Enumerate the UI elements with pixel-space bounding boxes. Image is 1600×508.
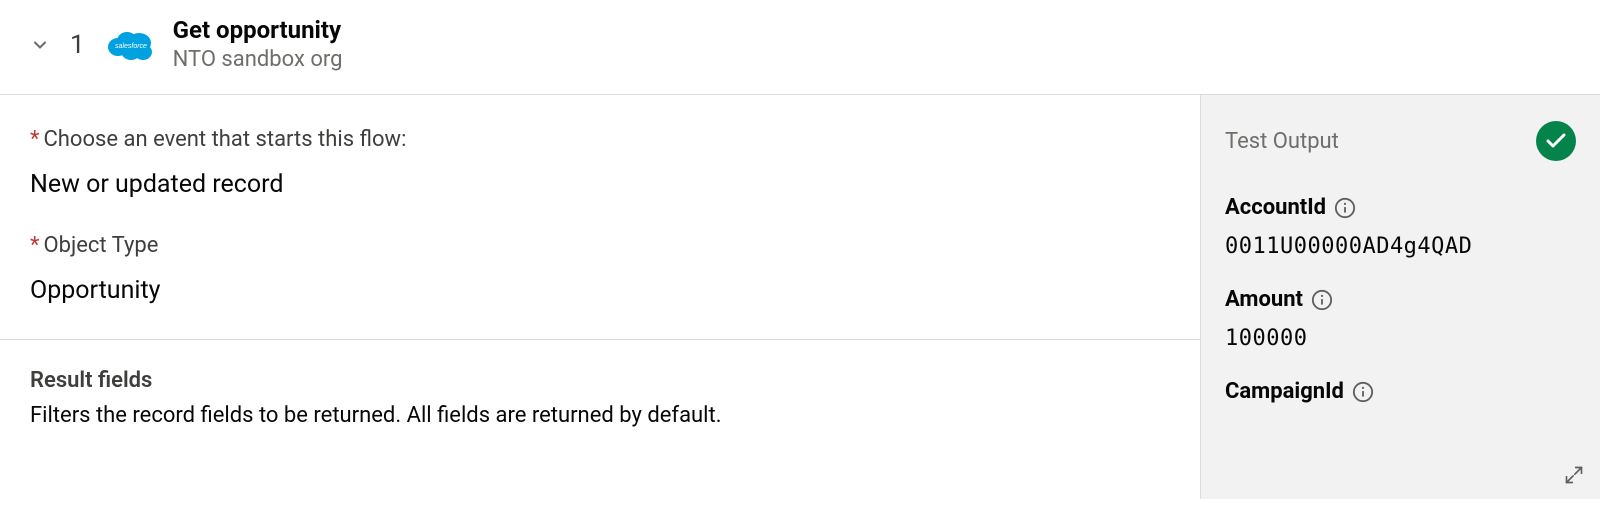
output-field: AccountId 0011U00000AD4g4QAD <box>1225 195 1576 259</box>
info-icon[interactable] <box>1311 289 1333 311</box>
step-subtitle: NTO sandbox org <box>173 45 343 75</box>
divider <box>0 339 1200 340</box>
info-icon[interactable] <box>1352 381 1374 403</box>
step-header: 1 salesforce Get opportunity NTO sandbox… <box>0 0 1600 94</box>
test-output-header: Test Output <box>1225 121 1576 161</box>
event-label: *Choose an event that starts this flow: <box>30 127 1170 152</box>
output-field-value: 100000 <box>1225 326 1576 351</box>
svg-text:salesforce: salesforce <box>115 43 147 50</box>
event-label-text: Choose an event that starts this flow: <box>43 127 406 152</box>
object-type-label: *Object Type <box>30 233 1170 258</box>
form-column: *Choose an event that starts this flow: … <box>0 95 1200 499</box>
event-value[interactable]: New or updated record <box>30 170 1170 199</box>
output-field: CampaignId <box>1225 379 1576 404</box>
output-field: Amount 100000 <box>1225 287 1576 351</box>
step-title: Get opportunity <box>173 16 343 45</box>
result-fields-title: Result fields <box>30 368 1170 393</box>
output-field-value: 0011U00000AD4g4QAD <box>1225 234 1576 259</box>
expand-icon[interactable] <box>1562 463 1586 487</box>
output-field-name: Amount <box>1225 287 1303 312</box>
output-field-name: CampaignId <box>1225 379 1344 404</box>
salesforce-icon: salesforce <box>105 27 157 63</box>
required-indicator: * <box>30 233 39 258</box>
output-field-name: AccountId <box>1225 195 1326 220</box>
chevron-down-icon[interactable] <box>28 33 52 57</box>
test-output-panel: Test Output AccountId 0011U00000AD4g4QAD… <box>1200 95 1600 499</box>
required-indicator: * <box>30 127 39 152</box>
object-type-label-text: Object Type <box>43 233 158 258</box>
step-number: 1 <box>70 30 85 60</box>
body-row: *Choose an event that starts this flow: … <box>0 95 1600 499</box>
test-output-title: Test Output <box>1225 129 1339 154</box>
info-icon[interactable] <box>1334 197 1356 219</box>
object-type-value[interactable]: Opportunity <box>30 276 1170 305</box>
result-fields-description: Filters the record fields to be returned… <box>30 403 1170 428</box>
success-check-icon <box>1536 121 1576 161</box>
step-title-block: Get opportunity NTO sandbox org <box>173 16 343 74</box>
